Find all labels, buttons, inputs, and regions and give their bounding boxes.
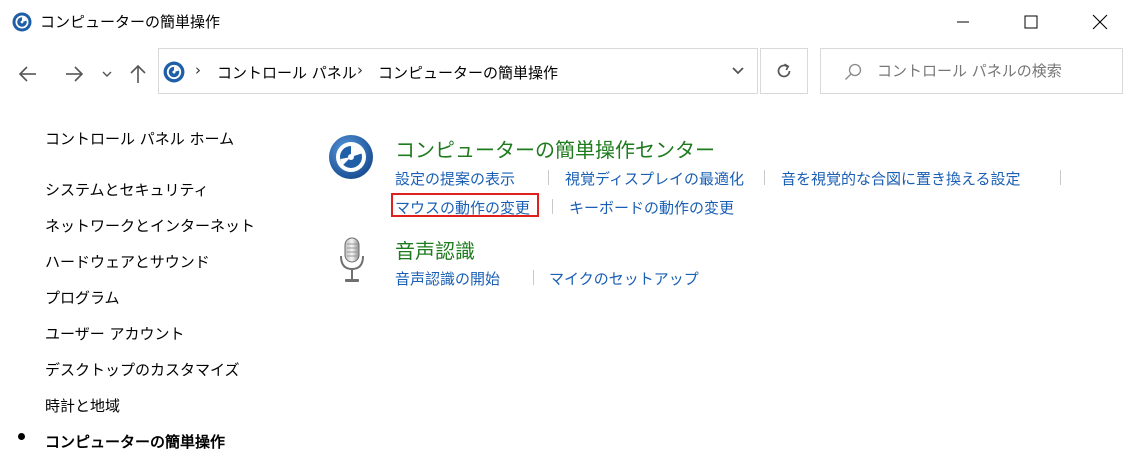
sidebar-item-hardware-sound[interactable]: ハードウェアとサウンド bbox=[45, 251, 210, 272]
link-separator bbox=[764, 170, 765, 185]
address-dropdown-button[interactable] bbox=[725, 59, 751, 83]
recent-locations-button[interactable] bbox=[96, 60, 118, 88]
close-icon bbox=[1092, 14, 1108, 30]
ease-of-access-icon[interactable] bbox=[328, 134, 374, 180]
close-button[interactable] bbox=[1077, 0, 1123, 44]
link-separator bbox=[552, 199, 553, 214]
refresh-button[interactable] bbox=[760, 48, 808, 94]
search-box[interactable] bbox=[820, 48, 1123, 94]
refresh-icon bbox=[777, 63, 791, 78]
breadcrumb-separator-icon[interactable]: › bbox=[357, 61, 363, 79]
chevron-down-icon bbox=[732, 67, 744, 75]
forward-button[interactable] bbox=[60, 60, 88, 88]
window-title: コンピューターの簡単操作 bbox=[40, 13, 221, 31]
microphone-icon[interactable] bbox=[336, 236, 368, 284]
sidebar-item-network-internet[interactable]: ネットワークとインターネット bbox=[45, 215, 255, 236]
sidebar-item-system-security[interactable]: システムとセキュリティ bbox=[45, 179, 209, 200]
selected-bullet-icon bbox=[18, 433, 25, 440]
link-start-speech-recognition[interactable]: 音声認識の開始 bbox=[395, 268, 500, 289]
link-separator bbox=[533, 270, 534, 285]
minimize-button[interactable] bbox=[940, 0, 986, 44]
maximize-button[interactable] bbox=[1008, 0, 1054, 44]
ease-of-access-icon bbox=[163, 61, 185, 83]
link-separator bbox=[1060, 170, 1061, 185]
sidebar-item-clock-region[interactable]: 時計と地域 bbox=[45, 395, 120, 416]
sidebar-item-programs[interactable]: プログラム bbox=[45, 287, 120, 308]
sidebar-item-desktop-customization[interactable]: デスクトップのカスタマイズ bbox=[45, 359, 240, 380]
link-change-mouse[interactable]: マウスの動作の変更 bbox=[395, 197, 530, 218]
breadcrumb-separator-icon[interactable]: › bbox=[195, 61, 201, 79]
link-change-keyboard[interactable]: キーボードの動作の変更 bbox=[569, 197, 734, 218]
up-button[interactable] bbox=[124, 60, 152, 88]
arrow-left-icon bbox=[18, 66, 36, 82]
sidebar-item-user-accounts[interactable]: ユーザー アカウント bbox=[45, 323, 184, 344]
title-bar: コンピューターの簡単操作 bbox=[0, 0, 1134, 44]
category-title-speech-recognition[interactable]: 音声認識 bbox=[395, 235, 475, 264]
breadcrumb-ease-of-access[interactable]: コンピューターの簡単操作 bbox=[378, 62, 558, 83]
link-setup-microphone[interactable]: マイクのセットアップ bbox=[549, 268, 699, 289]
chevron-down-icon bbox=[102, 71, 112, 77]
arrow-up-icon bbox=[130, 64, 146, 83]
link-separator bbox=[548, 170, 549, 185]
search-input[interactable] bbox=[877, 59, 1109, 83]
minimize-icon bbox=[957, 21, 969, 23]
sidebar-item-ease-of-access[interactable]: コンピューターの簡単操作 bbox=[45, 431, 225, 452]
back-button[interactable] bbox=[14, 60, 42, 88]
ease-of-access-icon bbox=[12, 12, 32, 32]
link-suggest-settings[interactable]: 設定の提案の表示 bbox=[395, 168, 515, 189]
link-optimize-display[interactable]: 視覚ディスプレイの最適化 bbox=[565, 168, 744, 189]
maximize-icon bbox=[1024, 15, 1038, 29]
link-replace-sounds[interactable]: 音を視覚的な合図に置き換える設定 bbox=[781, 168, 1021, 189]
address-bar[interactable]: › コントロール パネル › コンピューターの簡単操作 bbox=[158, 48, 758, 94]
sidebar-item-control-panel-home[interactable]: コントロール パネル ホーム bbox=[45, 128, 234, 149]
search-icon bbox=[845, 63, 862, 80]
category-title-ease-of-access-center[interactable]: コンピューターの簡単操作センター bbox=[395, 134, 715, 163]
arrow-right-icon bbox=[66, 66, 84, 82]
breadcrumb-control-panel[interactable]: コントロール パネル bbox=[217, 62, 357, 83]
